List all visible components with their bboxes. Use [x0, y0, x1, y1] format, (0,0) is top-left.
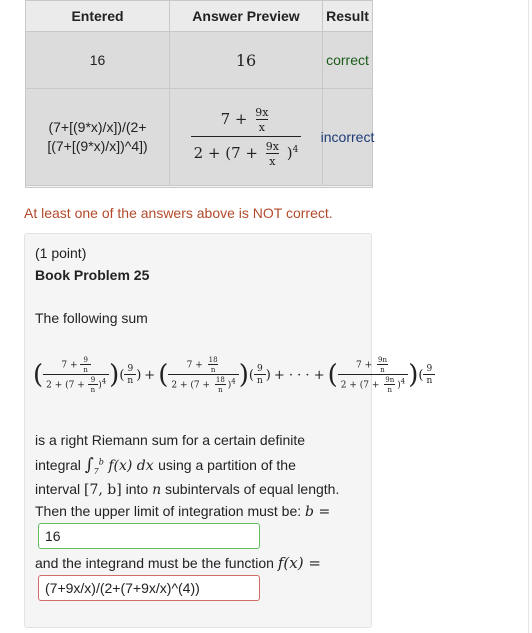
- entered-cell-2: (7+[(9*x)/x])/(2+ [(7+[(9*x)/x])^4]): [26, 89, 170, 186]
- preview-cell-1: 16: [170, 32, 323, 89]
- sum-term-1: ( 7 + 9n 2 + (7 + 9 n)4 ) (9 n): [33, 356, 142, 394]
- term1-den-seven: 7: [68, 380, 75, 391]
- preview-formula-2: 7 + 9x x 2 + (7 + 9x x )4: [190, 106, 302, 168]
- term2-num: 18: [208, 356, 218, 364]
- integrand-line: and the integrand must be the function f…: [35, 554, 321, 572]
- entered-value-2: (7+[(9*x)/x])/(2+ [(7+[(9*x)/x])^4]): [47, 118, 147, 156]
- sum-term-n: ( 7 + 9n n 2 + (7 + 9n n)4 ) (9 n: [328, 356, 436, 394]
- termn-factor-num: 9: [426, 364, 433, 374]
- n-variable: n: [152, 482, 162, 498]
- preview-den-frac-num: 9x: [265, 140, 279, 153]
- page-edge: [528, 0, 532, 633]
- term2-den-den: n: [215, 384, 226, 394]
- term1-den-num: 9: [90, 376, 96, 384]
- term1-fraction: 7 + 9n 2 + (7 + 9 n)4: [43, 356, 110, 394]
- description-line-2: integral ∫7b f(x) dx using a partition o…: [35, 455, 296, 476]
- integrand-text: and the integrand must be the function: [35, 555, 274, 571]
- fx-label: f(x) =: [277, 554, 321, 572]
- termn-power: 4: [400, 377, 406, 386]
- termn-two: 2: [340, 380, 347, 391]
- subintervals-text: subintervals of equal length.: [165, 481, 340, 497]
- term2-den: n: [207, 364, 219, 374]
- term2-factor-den: n: [254, 374, 266, 386]
- termn-fraction: 7 + 9n n 2 + (7 + 9n n)4: [337, 356, 409, 394]
- interval-text: interval: [35, 481, 81, 497]
- term1-den-den: n: [87, 384, 99, 394]
- termn-factor-den: n: [423, 374, 436, 386]
- preview-den-power: 4: [292, 145, 299, 155]
- termn-plus: +: [364, 360, 373, 371]
- term2-factor-num: 9: [257, 364, 263, 374]
- open-paren: (: [33, 360, 44, 390]
- preview-cell-2: 7 + 9x x 2 + (7 + 9x x )4: [170, 89, 323, 186]
- term2-den-num: 18: [215, 376, 225, 384]
- entered-cell-1: 16: [26, 32, 170, 89]
- preview-num-frac-num: 9x: [255, 106, 269, 119]
- term1-two: 2: [46, 380, 52, 391]
- result-incorrect-label: incorrect: [320, 129, 375, 145]
- preview-den-frac-den: x: [266, 153, 279, 168]
- termn-den: n: [377, 364, 388, 374]
- termn-den-seven: 7: [363, 380, 369, 391]
- header-answer-preview: Answer Preview: [170, 1, 323, 32]
- term2-den-seven: 7: [193, 380, 200, 391]
- sum-ellipsis: + · · · +: [273, 367, 325, 383]
- sum-term-2: ( 7 + 18 n 2 + (7 + 18 n)4 ) (9 n): [158, 356, 271, 394]
- b-label: b =: [305, 504, 331, 520]
- entered-value-2-line2: [(7+[(9*x)/x])^4]): [47, 138, 148, 154]
- answer-fx-input[interactable]: (7+9x/x)/(2+(7+9x/x)^(4)): [38, 575, 260, 601]
- term1-num: 9: [83, 356, 88, 364]
- term1-seven: 7: [61, 360, 68, 371]
- preview-value-1: 16: [235, 50, 257, 70]
- header-result: Result: [323, 1, 372, 32]
- term2-seven: 7: [186, 360, 193, 371]
- preview-den-prefix: 2 + (7 +: [193, 144, 259, 162]
- preview-num-const: 7 +: [220, 110, 248, 128]
- term1-plus: +: [70, 360, 78, 371]
- entered-value-2-line1: (7+[(9*x)/x])/(2+: [48, 119, 147, 135]
- termn-seven: 7: [355, 360, 362, 371]
- result-cell-1: correct: [323, 32, 372, 89]
- description-line-4: Then the upper limit of integration must…: [35, 503, 330, 520]
- integral-body: f(x) dx: [108, 458, 154, 474]
- answer-results-table: Entered Answer Preview Result 16 16 corr…: [25, 0, 375, 188]
- riemann-sum-formula: ( 7 + 9n 2 + (7 + 9 n)4 ) (9 n) + ( 7 +…: [33, 346, 436, 404]
- close-paren: ): [109, 360, 120, 390]
- problem-title: Book Problem 25: [35, 267, 150, 283]
- preview-num-frac-den: x: [255, 119, 268, 134]
- term1-den: n: [80, 364, 91, 374]
- partition-text: using a partition of the: [158, 457, 296, 473]
- result-correct-label: correct: [326, 52, 369, 68]
- termn-num: 9n: [378, 356, 387, 364]
- feedback-message: At least one of the answers above is NOT…: [24, 205, 333, 221]
- result-cell-2: incorrect: [320, 89, 375, 186]
- integral-text: integral: [35, 457, 81, 473]
- term2-two: 2: [171, 380, 178, 391]
- into-text: into: [125, 481, 149, 497]
- definite-integral: ∫7b f(x) dx: [84, 455, 154, 476]
- problem-panel: (1 point) Book Problem 25 The following …: [24, 233, 436, 628]
- term2-plus: +: [195, 360, 203, 371]
- interval-value: [7, b]: [84, 482, 122, 498]
- answer-b-input[interactable]: 16: [38, 523, 260, 549]
- term2-fraction: 7 + 18 n 2 + (7 + 18 n)4: [168, 356, 239, 394]
- term1-factor-den: n: [124, 374, 137, 386]
- header-entered: Entered: [26, 1, 170, 32]
- description-line-1: is a right Riemann sum for a certain def…: [35, 432, 306, 448]
- integral-lower-limit: 7: [93, 466, 99, 476]
- termn-den-num: 9n: [385, 376, 395, 384]
- entered-value-1: 16: [89, 51, 106, 68]
- termn-den-den: n: [384, 384, 395, 394]
- term2-power: 4: [231, 377, 236, 386]
- description-line-3: interval [7, b] into n subintervals of e…: [35, 481, 339, 498]
- sum-plus: +: [144, 367, 156, 383]
- term1-power: 4: [101, 377, 107, 386]
- integral-upper-limit: b: [98, 457, 104, 467]
- upper-limit-text: Then the upper limit of integration must…: [35, 503, 302, 519]
- problem-points: (1 point): [35, 245, 87, 261]
- term1-factor-num: 9: [127, 364, 134, 374]
- problem-intro: The following sum: [35, 310, 148, 326]
